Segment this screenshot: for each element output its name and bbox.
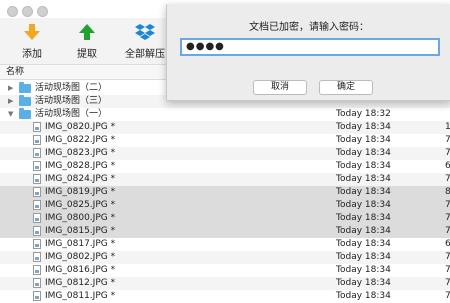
file-size: 6 bbox=[445, 161, 450, 171]
file-date: Today 18:34 bbox=[336, 265, 391, 275]
file-date: Today 18:34 bbox=[336, 213, 391, 223]
file-date: Today 18:34 bbox=[336, 148, 391, 158]
file-name: IMG_0816.JPG * bbox=[45, 265, 116, 275]
folder-row[interactable]: ▼ 活动现场图（一） Today 18:32 bbox=[0, 108, 450, 121]
file-size: 7 bbox=[445, 135, 450, 145]
file-name: IMG_0812.JPG * bbox=[45, 278, 116, 288]
file-name: IMG_0815.JPG * bbox=[45, 226, 116, 236]
image-file-icon bbox=[33, 187, 41, 197]
image-file-icon bbox=[33, 239, 41, 249]
file-row[interactable]: IMG_0816.JPG * Today 18:34 7 bbox=[0, 264, 450, 277]
cancel-button[interactable]: 取消 bbox=[253, 80, 307, 95]
file-size: 7 bbox=[445, 200, 450, 210]
close-window-button[interactable] bbox=[7, 6, 18, 17]
file-row[interactable]: IMG_0812.JPG * Today 18:34 7 bbox=[0, 277, 450, 290]
file-size: 7 bbox=[445, 226, 450, 236]
image-file-icon bbox=[33, 148, 41, 158]
file-name: IMG_0825.JPG * bbox=[45, 200, 116, 210]
file-name: IMG_0820.JPG * bbox=[45, 122, 116, 132]
file-row[interactable]: IMG_0817.JPG * Today 18:34 6 bbox=[0, 238, 450, 251]
file-size: 7 bbox=[445, 278, 450, 288]
file-date: Today 18:34 bbox=[336, 200, 391, 210]
file-size: 7 bbox=[445, 252, 450, 262]
file-name: IMG_0800.JPG * bbox=[45, 213, 116, 223]
file-date: Today 18:34 bbox=[336, 135, 391, 145]
file-row[interactable]: IMG_0811.JPG * Today 18:34 7 bbox=[0, 290, 450, 303]
file-date: Today 18:34 bbox=[336, 122, 391, 132]
folder-name: 活动现场图（一） bbox=[35, 109, 108, 119]
file-size: 7 bbox=[445, 174, 450, 184]
file-date: Today 18:34 bbox=[336, 187, 391, 197]
file-date: Today 18:34 bbox=[336, 239, 391, 249]
file-row-selected[interactable]: IMG_0815.JPG * Today 18:34 7 bbox=[0, 225, 450, 238]
image-file-icon bbox=[33, 174, 41, 184]
file-date: Today 18:34 bbox=[336, 174, 391, 184]
file-name: IMG_0802.JPG * bbox=[45, 252, 116, 262]
image-file-icon bbox=[33, 252, 41, 262]
add-button[interactable]: 添加 bbox=[18, 22, 46, 60]
file-row-selected[interactable]: IMG_0819.JPG * Today 18:34 8 bbox=[0, 186, 450, 199]
column-header-name-label: 名称 bbox=[6, 67, 25, 77]
file-size: 7 bbox=[445, 291, 450, 301]
image-file-icon bbox=[33, 135, 41, 145]
file-size: 7 bbox=[445, 148, 450, 158]
file-size: 7 bbox=[445, 213, 450, 223]
file-size: 7 bbox=[445, 265, 450, 275]
ok-button[interactable]: 确定 bbox=[319, 80, 373, 95]
image-file-icon bbox=[33, 265, 41, 275]
file-row[interactable]: IMG_0822.JPG * Today 18:34 7 bbox=[0, 134, 450, 147]
zoom-window-button[interactable] bbox=[37, 6, 48, 17]
file-row[interactable]: IMG_0823.JPG * Today 18:34 7 bbox=[0, 147, 450, 160]
file-date: Today 18:34 bbox=[336, 278, 391, 288]
disclosure-right-icon[interactable]: ▶ bbox=[8, 82, 13, 95]
file-row[interactable]: IMG_0820.JPG * Today 18:34 1 bbox=[0, 121, 450, 134]
file-date: Today 18:34 bbox=[336, 226, 391, 236]
file-size: 1 bbox=[445, 122, 450, 132]
folder-icon bbox=[19, 108, 31, 119]
extract-all-button[interactable]: 全部解压 bbox=[120, 22, 170, 60]
file-list: ▶ 活动现场图（二） ▶ 活动现场图（三） ▼ 活动现场图（一） Today 1… bbox=[0, 80, 450, 303]
image-file-icon bbox=[33, 122, 41, 132]
file-date: Today 18:34 bbox=[336, 291, 391, 301]
folder-icon bbox=[19, 82, 31, 93]
add-label: 添加 bbox=[22, 49, 42, 60]
extract-arrow-icon bbox=[79, 24, 95, 40]
password-prompt: 文档已加密，请输入密码： bbox=[249, 22, 369, 33]
folder-name: 活动现场图（三） bbox=[35, 96, 108, 106]
file-size: 6 bbox=[445, 239, 450, 249]
add-arrow-icon bbox=[24, 24, 40, 40]
folder-icon bbox=[19, 95, 31, 106]
file-name: IMG_0823.JPG * bbox=[45, 148, 116, 158]
file-date: Today 18:34 bbox=[336, 161, 391, 171]
image-file-icon bbox=[33, 161, 41, 171]
file-row[interactable]: IMG_0828.JPG * Today 18:34 6 bbox=[0, 160, 450, 173]
extract-button[interactable]: 提取 bbox=[73, 22, 101, 60]
folder-date: Today 18:32 bbox=[336, 109, 391, 119]
file-row-selected[interactable]: IMG_0825.JPG * Today 18:34 7 bbox=[0, 199, 450, 212]
file-name: IMG_0819.JPG * bbox=[45, 187, 116, 197]
file-row[interactable]: IMG_0824.JPG * Today 18:34 7 bbox=[0, 173, 450, 186]
extract-all-label: 全部解压 bbox=[125, 49, 165, 60]
file-row[interactable]: IMG_0802.JPG * Today 18:34 7 bbox=[0, 251, 450, 264]
password-field[interactable]: ●●●● bbox=[180, 38, 440, 56]
minimize-window-button[interactable] bbox=[22, 6, 33, 17]
file-name: IMG_0811.JPG * bbox=[45, 291, 116, 301]
password-dialog: 文档已加密，请输入密码： ●●●● 取消 确定 bbox=[166, 4, 450, 101]
image-file-icon bbox=[33, 200, 41, 210]
file-name: IMG_0824.JPG * bbox=[45, 174, 116, 184]
image-file-icon bbox=[33, 278, 41, 288]
dropbox-icon bbox=[135, 24, 155, 40]
image-file-icon bbox=[33, 226, 41, 236]
file-size: 8 bbox=[445, 187, 450, 197]
file-row-selected[interactable]: IMG_0800.JPG * Today 18:34 7 bbox=[0, 212, 450, 225]
disclosure-right-icon[interactable]: ▶ bbox=[8, 95, 13, 108]
file-name: IMG_0817.JPG * bbox=[45, 239, 116, 249]
disclosure-down-icon[interactable]: ▼ bbox=[8, 108, 13, 121]
file-name: IMG_0828.JPG * bbox=[45, 161, 116, 171]
file-date: Today 18:34 bbox=[336, 252, 391, 262]
extract-label: 提取 bbox=[77, 49, 97, 60]
image-file-icon bbox=[33, 213, 41, 223]
folder-name: 活动现场图（二） bbox=[35, 83, 108, 93]
file-name: IMG_0822.JPG * bbox=[45, 135, 116, 145]
